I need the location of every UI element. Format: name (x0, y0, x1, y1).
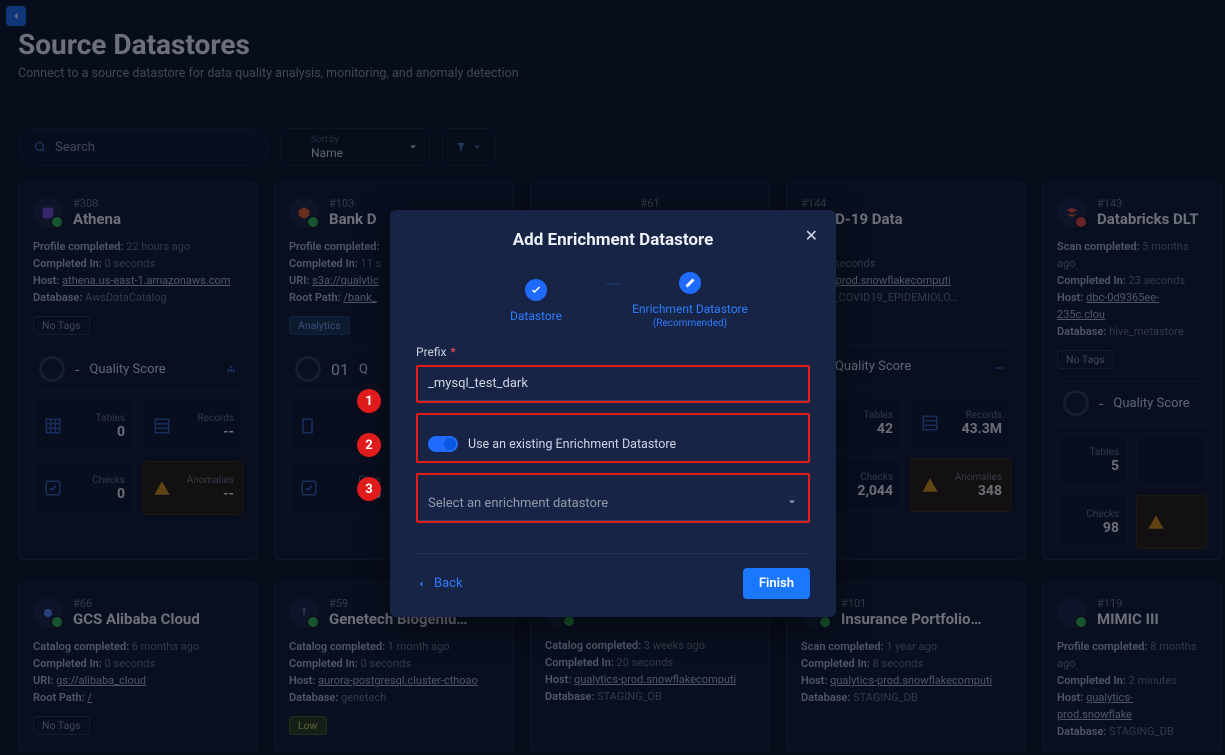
toggle-switch[interactable] (428, 436, 458, 452)
step-2-label: Enrichment Datastore (632, 302, 748, 316)
sort-label-top: Sort by (311, 136, 343, 145)
enrichment-select[interactable]: Select an enrichment datastore (418, 487, 808, 521)
card-meta: Scan completed: 5 months ago Completed I… (1057, 238, 1207, 340)
chevron-down-icon (471, 141, 483, 153)
tag: No Tags (1057, 350, 1114, 369)
stat-anomalies: Anomalies-- (142, 461, 243, 515)
filter-button[interactable] (442, 128, 496, 166)
stat-checks: Checks0 (33, 461, 134, 515)
score-ring-icon (295, 356, 321, 382)
step-done-icon (525, 279, 547, 301)
table-icon (42, 417, 64, 435)
step-2-sublabel: (Recommended) (653, 318, 727, 329)
stat-records: Records-- (142, 399, 243, 453)
datastore-icon (33, 598, 63, 628)
search-input[interactable]: Search (18, 128, 268, 166)
datastore-card[interactable]: #143 Databricks DLT Scan completed: 5 mo… (1042, 182, 1222, 560)
score-ring-icon (39, 356, 65, 382)
card-meta: Profile completed: 22 hours ago Complete… (33, 238, 243, 306)
back-button[interactable]: Back (416, 576, 463, 591)
finish-button[interactable]: Finish (743, 568, 810, 599)
card-id: #308 (73, 197, 121, 210)
datastore-icon (1057, 598, 1087, 628)
tag: Analytics (289, 316, 350, 335)
datastore-icon (289, 198, 319, 228)
search-placeholder: Search (55, 140, 95, 155)
use-existing-toggle-row: Use an existing Enrichment Datastore (418, 427, 808, 461)
step-1-label: Datastore (510, 309, 562, 323)
chevron-down-icon (786, 496, 798, 512)
records-icon (151, 417, 173, 435)
search-icon (33, 140, 47, 154)
card-id: #103 (329, 197, 377, 210)
tag: No Tags (33, 316, 90, 335)
close-icon[interactable]: ✕ (805, 226, 818, 245)
quality-score-row: - Quality Score (33, 347, 243, 391)
filter-icon (455, 141, 467, 153)
sort-dropdown[interactable]: Sort by Name (280, 128, 430, 166)
callout-2: 2 (357, 433, 381, 457)
add-enrichment-modal: ✕ Add Enrichment Datastore Datastore Enr… (390, 210, 836, 617)
card-name: Databricks DLT (1097, 210, 1199, 228)
toggle-highlight: Use an existing Enrichment Datastore (416, 413, 810, 463)
sort-label-value: Name (311, 147, 343, 159)
sort-icon (291, 139, 303, 155)
select-highlight: Select an enrichment datastore (416, 473, 810, 523)
prefix-label: Prefix* (416, 345, 810, 359)
page-title: Source Datastores (18, 28, 250, 61)
stepper: Datastore Enrichment Datastore (Recommen… (466, 272, 760, 329)
datastore-card[interactable]: #119MIMIC III Profile completed: 8 month… (1042, 582, 1222, 751)
chevron-down-icon (407, 138, 419, 157)
back-chip[interactable] (6, 6, 26, 26)
toggle-label: Use an existing Enrichment Datastore (468, 437, 676, 452)
page-subtitle: Connect to a source datastore for data q… (18, 66, 519, 81)
callout-3: 3 (357, 477, 381, 501)
stat-tables: Tables0 (33, 399, 134, 453)
step-active-icon (679, 272, 701, 294)
tree-icon[interactable] (225, 360, 237, 379)
datastore-icon (33, 198, 63, 228)
warning-icon (151, 479, 173, 497)
datastore-icon (289, 598, 319, 628)
card-name: Athena (73, 210, 121, 228)
select-placeholder: Select an enrichment datastore (428, 496, 608, 511)
card-id: #144 (801, 197, 903, 210)
checks-icon (42, 479, 64, 497)
datastore-icon (1057, 198, 1087, 228)
prefix-input[interactable]: _mysql_test_dark (418, 367, 808, 401)
card-id: #61 (640, 197, 659, 210)
tree-icon[interactable] (993, 357, 1005, 376)
toolbar: Search Sort by Name (18, 128, 1207, 166)
datastore-card[interactable]: #66GCS Alibaba Cloud Catalog completed: … (18, 582, 258, 751)
modal-title: Add Enrichment Datastore (416, 230, 810, 250)
card-id: #143 (1097, 197, 1199, 210)
callout-1: 1 (357, 389, 381, 413)
modal-divider (416, 553, 810, 554)
card-name: Bank D (329, 210, 377, 228)
prefix-value: _mysql_test_dark (428, 376, 528, 391)
datastore-card[interactable]: #308 Athena Profile completed: 22 hours … (18, 182, 258, 560)
prefix-highlight: _mysql_test_dark (416, 365, 810, 403)
